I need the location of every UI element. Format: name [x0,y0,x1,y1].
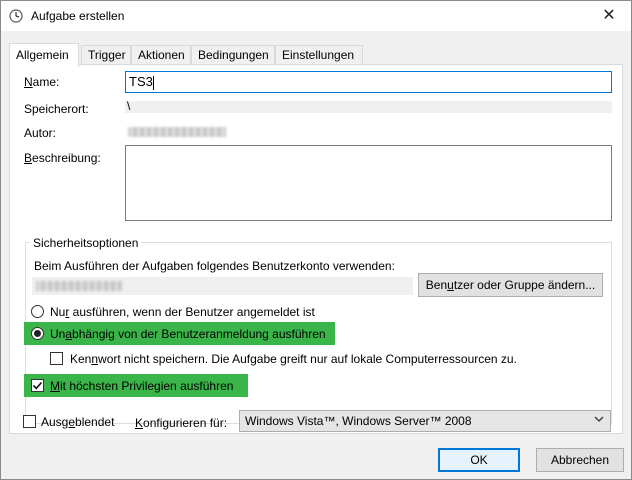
general-tab-panel: Name: TS3 Speicherort: \ \ Autor: Beschr… [9,64,623,434]
configure-for-label: Konfigurieren für: [135,416,228,430]
hidden-checkbox[interactable] [23,415,36,428]
description-textarea[interactable] [125,145,612,221]
checkmark-icon [32,381,43,390]
configure-for-select[interactable]: Windows Vista™, Windows Server™ 2008 [239,410,611,432]
tab-bedingungen[interactable]: Bedingungen [191,45,275,65]
tab-allgemein[interactable]: Allgemein [9,43,79,67]
change-user-button[interactable]: Benutzer oder Gruppe ändern... [418,273,603,297]
ok-button[interactable]: OK [438,448,520,472]
run-only-logged-on-radio[interactable] [31,305,44,318]
no-password-checkbox[interactable] [50,352,63,365]
task-scheduler-icon [9,9,23,23]
hidden-label: Ausgeblendet [41,415,115,429]
name-label: Name: [24,75,60,89]
account-prompt: Beim Ausführen der Aufgaben folgendes Be… [34,259,395,273]
dialog-window: Aufgabe erstellen ✕ Allgemein Trigger Ak… [0,0,632,480]
highest-privileges-checkbox[interactable] [31,379,44,392]
location-field [125,101,612,113]
description-label: Beschreibung: [24,151,101,165]
highest-privileges-label: Mit höchsten Privilegien ausführen [50,379,234,393]
tab-trigger[interactable]: Trigger [81,45,131,65]
tab-aktionen[interactable]: Aktionen [131,45,191,65]
no-password-label: Kennwort nicht speichern. Die Aufgabe gr… [70,352,517,366]
window-title: Aufgabe erstellen [31,9,125,23]
author-value-redacted [128,127,226,137]
location-value-overlay: \ [127,99,131,113]
name-input[interactable]: TS3 [125,71,612,93]
tab-einstellungen[interactable]: Einstellungen [275,45,363,65]
user-account-field [32,277,413,295]
radio-selected-dot [34,330,41,337]
author-label: Autor: [24,126,57,140]
title-bar: Aufgabe erstellen ✕ [1,1,631,31]
run-independent-radio[interactable] [31,327,44,340]
location-label: Speicherort: [24,102,89,116]
close-icon: ✕ [602,7,616,24]
run-independent-label: Unabhängig von der Benutzeranmeldung aus… [50,327,326,341]
run-only-logged-on-label: Nur ausführen, wenn der Benutzer angemel… [50,305,315,319]
chevron-down-icon [594,414,604,430]
user-account-redacted [36,281,122,291]
configure-for-value: Windows Vista™, Windows Server™ 2008 [245,414,472,428]
security-options-title: Sicherheitsoptionen [30,236,142,250]
name-value: TS3 [129,74,153,89]
cancel-button[interactable]: Abbrechen [536,448,624,472]
close-button[interactable]: ✕ [587,1,631,31]
